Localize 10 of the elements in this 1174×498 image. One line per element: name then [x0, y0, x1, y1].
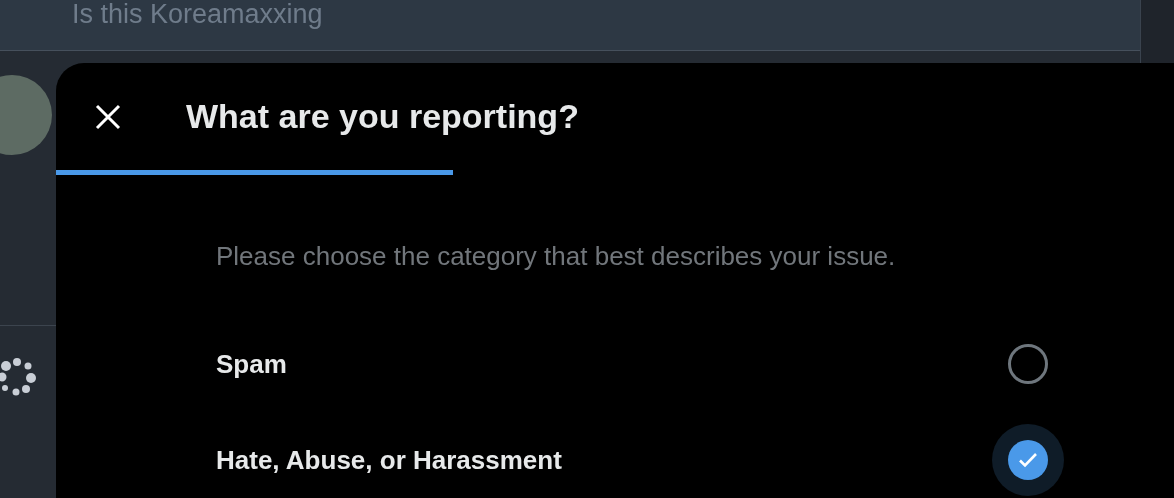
- option-label: Spam: [216, 348, 288, 380]
- avatar-icon[interactable]: [0, 75, 52, 155]
- post-text: Is this Koreamaxxing: [72, 0, 323, 30]
- loading-spinner-icon: [0, 356, 38, 398]
- close-icon[interactable]: [94, 102, 122, 131]
- option-label: Hate, Abuse, or Harassment: [216, 444, 563, 476]
- dialog-description: Please choose the category that best describes your issue.: [216, 241, 897, 272]
- radio-button[interactable]: [1008, 344, 1048, 384]
- radio-button[interactable]: [1008, 440, 1048, 480]
- dialog-title: What are you reporting?: [186, 97, 579, 136]
